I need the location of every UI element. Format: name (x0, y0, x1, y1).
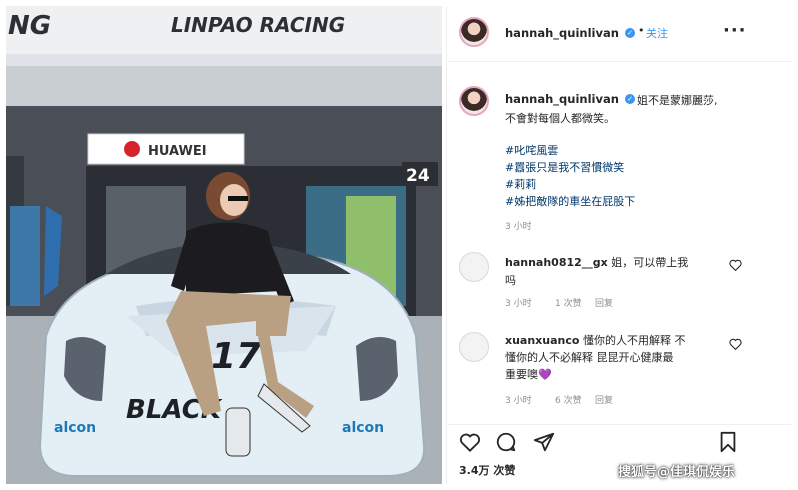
reply-link[interactable]: 回复 (595, 393, 613, 406)
bookmark-icon[interactable] (717, 431, 739, 453)
comment-time: 3 小时 (505, 396, 532, 406)
sign-linpao: LINPAO RACING (171, 13, 345, 37)
comment-heart-icon[interactable] (729, 338, 742, 350)
author-username[interactable]: hannah_quinlivan (505, 26, 619, 40)
photo-scene: NG LINPAO RACING HUAWEI 24 17 BLACK alco… (6, 6, 442, 484)
follow-button[interactable]: 关注 (646, 25, 668, 41)
caption-time: 3 小时 (505, 222, 532, 232)
comment-body: 懂你的人不用解释 不 (579, 334, 686, 347)
comment-likes[interactable]: 6 次赞 (555, 393, 582, 406)
comment-text: hannah0812__gx 姐，可以帶上我 (505, 254, 688, 270)
caption-line-2: 不會對每個人都微笑。 (505, 112, 615, 125)
post-photo[interactable]: NG LINPAO RACING HUAWEI 24 17 BLACK alco… (6, 6, 442, 484)
sponsor-left: alcon (54, 420, 96, 436)
commenter-username[interactable]: hannah0812__gx (505, 256, 608, 269)
sign-huawei: HUAWEI (148, 144, 207, 159)
commenter-username[interactable]: xuanxuanco (505, 334, 579, 347)
reply-link[interactable]: 回复 (595, 296, 613, 309)
commenter-avatar[interactable] (459, 332, 489, 362)
comment-text-line-2: 懂你的人不必解释 昆昆开心健康最 (505, 351, 674, 364)
hashtag-link[interactable]: #莉莉 (505, 176, 536, 192)
comment-icon[interactable] (495, 431, 517, 453)
hashtag-link[interactable]: #叱咤風雲 (505, 142, 558, 158)
caption-line-1: 姐不是蒙娜麗莎, (637, 94, 718, 107)
car-number: 17 (211, 336, 261, 377)
comment-body: 姐，可以帶上我 (607, 256, 689, 269)
verified-badge-icon: ✓ (625, 94, 635, 104)
comment-text-line-2: 吗 (505, 274, 516, 287)
comment-time: 3 小时 (505, 299, 532, 309)
verified-badge-icon: ✓ (625, 28, 635, 38)
post-header: hannah_quinlivan ✓ • 关注 ··· (447, 6, 791, 62)
post-actions (447, 424, 791, 454)
caption-username[interactable]: hannah_quinlivan (505, 92, 619, 106)
sponsor-right: alcon (342, 420, 384, 436)
post-panel: hannah_quinlivan ✓ • 关注 ··· hannah_quinl… (446, 6, 791, 484)
sign-ng: NG (8, 11, 51, 41)
comment-text-line-3: 重要噢💜 (505, 368, 552, 381)
comment-heart-icon[interactable] (729, 259, 742, 271)
likes-count[interactable]: 3.4万 次赞 (459, 462, 515, 478)
commenter-avatar[interactable] (459, 252, 489, 282)
share-icon[interactable] (533, 431, 555, 453)
more-options-icon[interactable]: ··· (723, 20, 747, 41)
heart-icon[interactable] (459, 431, 481, 453)
comment-likes[interactable]: 1 次赞 (555, 296, 582, 309)
caption-avatar[interactable] (459, 86, 489, 116)
sign-24: 24 (406, 166, 430, 186)
hashtag-link[interactable]: #姊把敵隊的車坐在屁股下 (505, 193, 635, 209)
hashtag-link[interactable]: #囂張只是我不習慣微笑 (505, 159, 624, 175)
header-dot: • (638, 24, 645, 37)
comment-text: xuanxuanco 懂你的人不用解释 不 (505, 332, 685, 348)
author-avatar[interactable] (459, 17, 489, 47)
watermark-text: 搜狐号@佳琪侃娱乐 (618, 465, 736, 480)
